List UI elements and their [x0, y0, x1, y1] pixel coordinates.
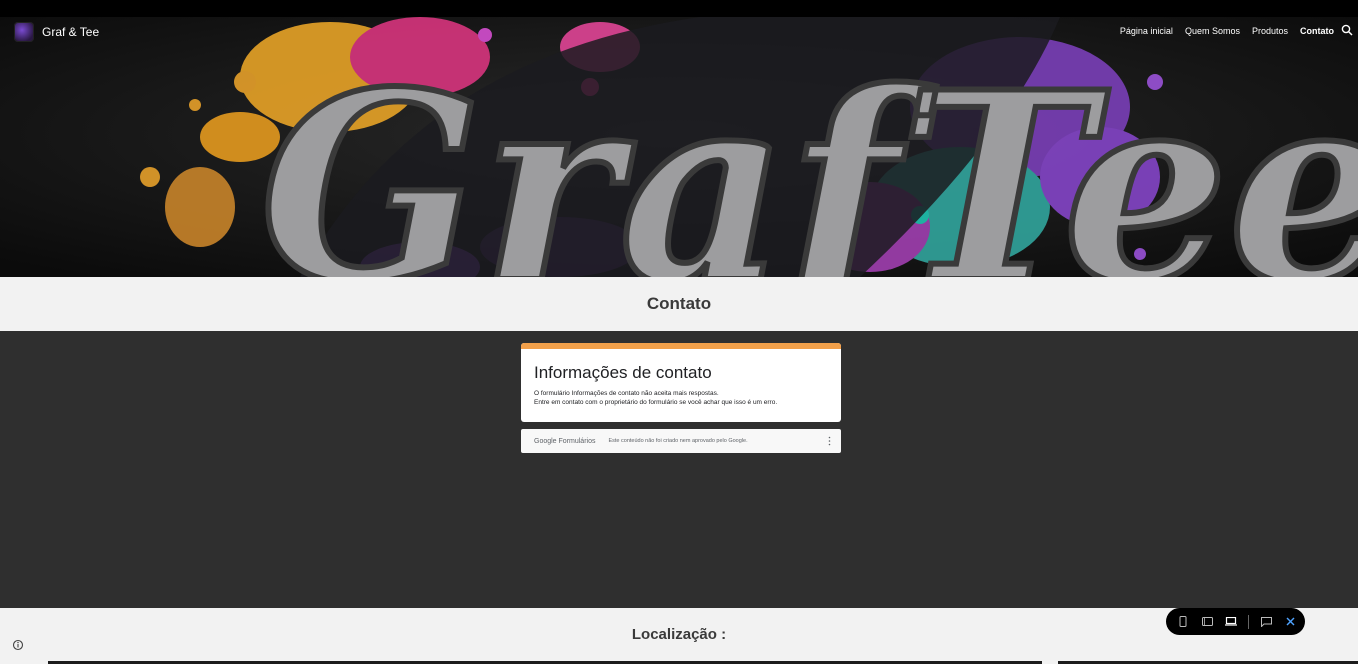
- close-preview-button[interactable]: [1283, 615, 1297, 629]
- more-vert-icon[interactable]: [828, 436, 831, 446]
- forms-label: Formulários: [558, 437, 596, 445]
- browser-top-strip: [0, 0, 1358, 17]
- form-closed-message-2: Entre em contato com o proprietário do f…: [534, 399, 778, 406]
- laptop-view-button[interactable]: [1224, 615, 1238, 629]
- hero-banner: GrafTee: [0, 17, 1358, 277]
- laptop-icon: [1225, 617, 1237, 626]
- info-icon[interactable]: [12, 639, 24, 651]
- google-forms-footer: Google Formulários Este conteúdo não foi…: [521, 429, 841, 453]
- site-header: Graf & Tee Página inicial Quem Somos Pro…: [0, 17, 1358, 47]
- feedback-button[interactable]: [1259, 615, 1273, 629]
- preview-device-toolbar: [1166, 608, 1305, 635]
- embedded-form-card: Informações de contato O formulário Info…: [521, 343, 841, 422]
- contact-section-header: Contato: [0, 277, 1358, 331]
- form-accent-bar: [521, 343, 841, 349]
- google-forms-logo[interactable]: Google Formulários: [534, 438, 595, 445]
- contact-section-title: Contato: [646, 294, 712, 313]
- hero-artwork: GrafTee: [0, 17, 1358, 277]
- nav-item-home[interactable]: Página inicial: [1120, 26, 1173, 36]
- hero-brand-text: GrafTee: [260, 36, 1358, 277]
- form-disclaimer: Este conteúdo não foi criado nem aprovad…: [608, 438, 748, 444]
- nav-item-contact[interactable]: Contato: [1300, 26, 1334, 36]
- toolbar-divider: [1248, 614, 1249, 629]
- form-heading: Informações de contato: [534, 363, 712, 382]
- form-closed-message-1: O formulário Informações de contato não …: [534, 390, 719, 397]
- main-nav: Página inicial Quem Somos Produtos Conta…: [1120, 26, 1334, 36]
- tablet-view-button[interactable]: [1200, 615, 1214, 629]
- site-title[interactable]: Graf & Tee: [42, 25, 99, 39]
- search-icon[interactable]: [1340, 23, 1354, 37]
- phone-icon: [1179, 616, 1187, 627]
- feedback-icon: [1260, 616, 1272, 627]
- google-label: Google: [534, 437, 557, 445]
- site-logo[interactable]: [14, 22, 34, 42]
- location-section-title: Localização :: [631, 626, 727, 643]
- location-section-header: Localização :: [0, 608, 1358, 664]
- close-icon: [1286, 617, 1294, 626]
- nav-item-products[interactable]: Produtos: [1252, 26, 1288, 36]
- tablet-icon: [1201, 617, 1213, 626]
- nav-item-about[interactable]: Quem Somos: [1185, 26, 1240, 36]
- phone-view-button[interactable]: [1176, 615, 1190, 629]
